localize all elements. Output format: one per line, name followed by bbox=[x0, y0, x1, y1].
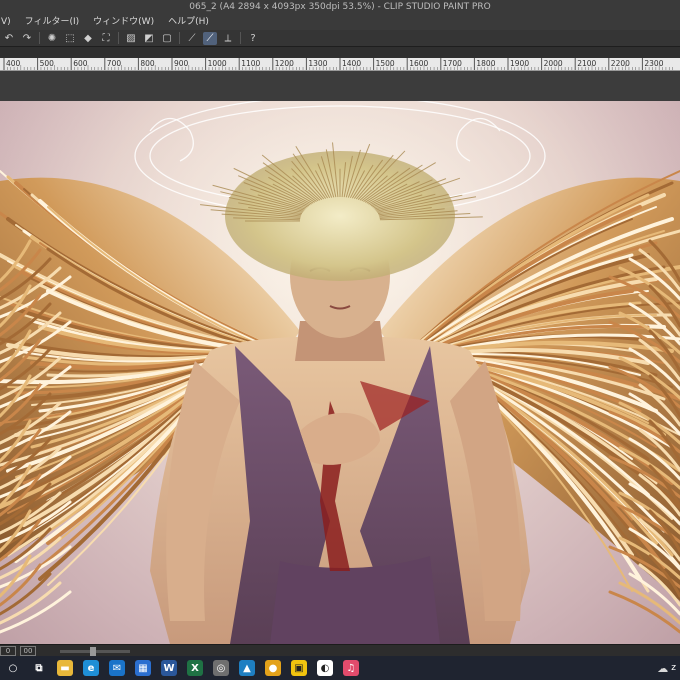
invert-selection-icon[interactable]: ◩ bbox=[142, 32, 156, 45]
redo-icon[interactable]: ↷ bbox=[20, 32, 34, 45]
ruler-label: 2300 bbox=[644, 59, 663, 68]
artwork-illustration bbox=[0, 101, 680, 644]
ruler-label: 1800 bbox=[476, 59, 495, 68]
edge-icon[interactable]: e bbox=[78, 656, 104, 680]
deselect-icon[interactable]: ▨ bbox=[124, 32, 138, 45]
canvas-workspace bbox=[0, 71, 680, 644]
command-separator bbox=[179, 32, 180, 44]
menu-bar: V) フィルター(I) ウィンドウ(W) ヘルプ(H) bbox=[0, 15, 216, 29]
window-title: 065_2 (A4 2894 x 4093px 350dpi 53.5%) - … bbox=[189, 2, 491, 12]
ruler-snap-icon[interactable]: ⟋ bbox=[185, 32, 199, 45]
transform-icon[interactable]: ⛶ bbox=[99, 32, 113, 45]
ruler-label: 1100 bbox=[241, 59, 260, 68]
zoom-slider-knob[interactable] bbox=[90, 646, 96, 656]
ruler-label: 700 bbox=[107, 59, 122, 68]
ruler-label: 1700 bbox=[443, 59, 462, 68]
chrome-icon[interactable]: ● bbox=[260, 656, 286, 680]
special-ruler-snap-icon[interactable]: ⟋ bbox=[203, 31, 217, 45]
command-bar: ↶ ↷ ✺ ⬚ ◆ ⛶ ▨ ◩ ▢ ⟋ ⟋ ⟂? bbox=[0, 30, 680, 47]
horizontal-ruler[interactable]: 400 500 600 700 800 900 1000 1100 1200 1300 1400 15… bbox=[0, 58, 680, 71]
menu-window[interactable]: ウィンドウ(W) bbox=[86, 15, 161, 29]
title-bar: 065_2 (A4 2894 x 4093px 350dpi 53.5%) - … bbox=[0, 0, 680, 31]
sticky-notes-icon[interactable]: ▣ bbox=[286, 656, 312, 680]
word-icon[interactable]: W bbox=[156, 656, 182, 680]
status-indicator[interactable]: 0 bbox=[0, 646, 16, 656]
command-separator bbox=[39, 32, 40, 44]
ruler-label: 1900 bbox=[510, 59, 529, 68]
ruler-label: 2000 bbox=[544, 59, 563, 68]
itunes-icon[interactable]: ♫ bbox=[338, 656, 364, 680]
mail-icon[interactable]: ✉ bbox=[104, 656, 130, 680]
status-box[interactable]: 00 bbox=[20, 646, 36, 656]
start-icon[interactable]: ○ bbox=[0, 656, 26, 680]
menu-help[interactable]: ヘルプ(H) bbox=[161, 15, 216, 29]
command-separator bbox=[118, 32, 119, 44]
ruler-label: 800 bbox=[140, 59, 155, 68]
menu-filter[interactable]: フィルター(I) bbox=[18, 15, 87, 29]
zoom-slider[interactable] bbox=[60, 646, 130, 656]
file-explorer-icon[interactable]: ▬ bbox=[52, 656, 78, 680]
weather-icon[interactable]: ☁ bbox=[657, 662, 668, 675]
ruler-label: 2100 bbox=[577, 59, 596, 68]
tray-text: z bbox=[671, 663, 676, 673]
command-separator bbox=[240, 32, 241, 44]
ruler-label: 1500 bbox=[376, 59, 395, 68]
excel-icon[interactable]: X bbox=[182, 656, 208, 680]
ruler-label: 1000 bbox=[208, 59, 227, 68]
ruler-label: 900 bbox=[174, 59, 189, 68]
undo-icon[interactable]: ↶ bbox=[2, 32, 16, 45]
photos-icon[interactable]: ▲ bbox=[234, 656, 260, 680]
help-icon[interactable]: ? bbox=[246, 32, 260, 45]
clip-studio-icon[interactable]: ◐ bbox=[312, 656, 338, 680]
panel-gap bbox=[0, 47, 680, 58]
ruler-label: 500 bbox=[40, 59, 55, 68]
task-view-icon[interactable]: ⧉ bbox=[26, 656, 52, 680]
system-tray: ☁ z bbox=[657, 656, 680, 680]
menu-view[interactable]: V) bbox=[0, 15, 18, 29]
fill-icon[interactable]: ◆ bbox=[81, 32, 95, 45]
windows-taskbar: ○ ⧉ ▬ e ✉ ▦ W X ◎ ▲ ● ▣ ◐ ♫ ☁ z bbox=[0, 656, 680, 680]
crop-icon[interactable]: ▢ bbox=[160, 32, 174, 45]
ruler-label: 400 bbox=[6, 59, 21, 68]
grid-snap-icon[interactable]: ⟂ bbox=[221, 32, 235, 45]
ruler-label: 1400 bbox=[342, 59, 361, 68]
ruler-label: 1600 bbox=[409, 59, 428, 68]
store-icon[interactable]: ▦ bbox=[130, 656, 156, 680]
ruler-label: 2200 bbox=[611, 59, 630, 68]
clear-icon[interactable]: ⬚ bbox=[63, 32, 77, 45]
ruler-label: 1200 bbox=[275, 59, 294, 68]
settings-app-icon[interactable]: ◎ bbox=[208, 656, 234, 680]
spinner-icon[interactable]: ✺ bbox=[45, 32, 59, 45]
ruler-label: 600 bbox=[73, 59, 88, 68]
ruler-label: 1300 bbox=[308, 59, 327, 68]
canvas[interactable] bbox=[0, 101, 680, 644]
